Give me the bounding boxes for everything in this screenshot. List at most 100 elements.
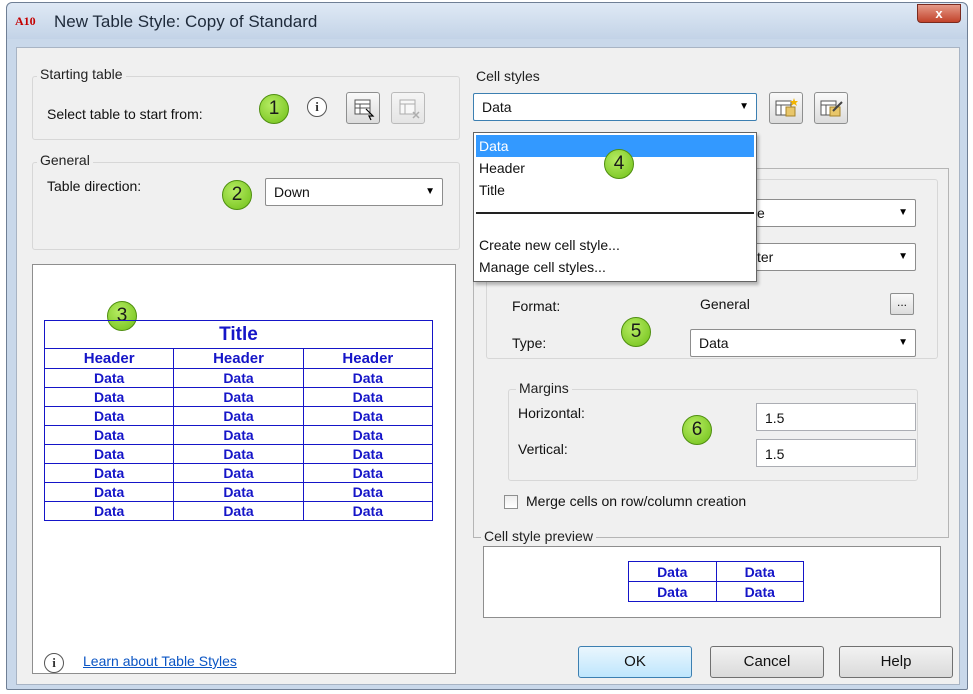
preview-data-cell: Data: [43, 463, 175, 483]
merge-cells-checkbox[interactable]: [504, 495, 518, 509]
preview-data-cell: Data: [173, 425, 304, 445]
callout-2: 2: [222, 180, 252, 210]
preview-data-cell: Data: [173, 482, 304, 502]
preview-data-cell: Data: [43, 387, 175, 407]
dropdown-item-title[interactable]: Title: [476, 179, 754, 201]
preview-data-cell: Data: [173, 406, 304, 426]
cell-style-value: Data: [482, 99, 512, 115]
cell-style-dropdown: Data Header Title 4 Create new cell styl…: [473, 132, 757, 282]
preview-data-cell: Data: [43, 501, 175, 521]
help-button[interactable]: Help: [839, 646, 953, 678]
preview-row: Data Data Data: [43, 387, 434, 407]
dropdown-separator: [476, 212, 754, 214]
cell-styles-label: Cell styles: [473, 68, 543, 84]
table-direction-label: Table direction:: [47, 178, 142, 194]
new-cell-style-icon: [775, 98, 798, 117]
horizontal-label: Horizontal:: [518, 405, 585, 421]
callout-1: 1: [259, 94, 289, 124]
general-label: General: [37, 152, 93, 168]
close-button[interactable]: x: [917, 4, 961, 23]
preview-data-cell: Data: [173, 368, 304, 388]
preview-row: Data Data Data: [43, 425, 434, 445]
preview-row: Data Data Data: [43, 444, 434, 464]
preview-row: Data Data Data: [43, 501, 434, 521]
cell-preview-cell: Data: [715, 581, 804, 602]
app-icon: A10: [15, 14, 36, 28]
dialog-body: Starting table Select table to start fro…: [16, 47, 960, 685]
select-table-icon: [354, 99, 375, 121]
preview-data-cell: Data: [173, 387, 304, 407]
preview-data-cell: Data: [302, 463, 434, 483]
type-value: Data: [699, 335, 729, 351]
preview-data-cell: Data: [302, 501, 434, 521]
manage-cell-styles-button[interactable]: [814, 92, 848, 124]
preview-row: Data Data Data: [43, 406, 434, 426]
preview-header-cell: Header: [43, 348, 175, 369]
info-icon[interactable]: i: [307, 97, 327, 117]
preview-row: Data Data Data: [43, 482, 434, 502]
chevron-down-icon: ▼: [898, 337, 908, 348]
table-direction-select[interactable]: Down ▼: [265, 178, 443, 206]
preview-data-cell: Data: [302, 368, 434, 388]
preview-data-cell: Data: [302, 425, 434, 445]
cell-preview-table: Data Data Data Data: [628, 561, 804, 602]
chevron-down-icon: ▼: [425, 186, 435, 197]
dropdown-create-new-cell-style[interactable]: Create new cell style...: [476, 234, 754, 256]
callout-4: 4: [604, 149, 634, 179]
vertical-margin-input[interactable]: 1.5: [756, 439, 916, 467]
format-button[interactable]: ...: [890, 293, 914, 315]
create-cell-style-button[interactable]: [769, 92, 803, 124]
preview-header-cell: Header: [302, 348, 434, 369]
type-select[interactable]: Data ▼: [690, 329, 916, 357]
preview-data-cell: Data: [43, 425, 175, 445]
chevron-down-icon: ▼: [739, 101, 749, 112]
ok-button[interactable]: OK: [578, 646, 692, 678]
preview-data-cell: Data: [43, 482, 175, 502]
preview-data-cell: Data: [173, 501, 304, 521]
cell-preview-cell: Data: [715, 561, 804, 582]
vertical-label: Vertical:: [518, 441, 568, 457]
preview-data-cell: Data: [302, 444, 434, 464]
cell-preview-label: Cell style preview: [481, 528, 596, 544]
cell-preview-cell: Data: [628, 581, 717, 602]
preview-data-cell: Data: [173, 444, 304, 464]
merge-cells-label: Merge cells on row/column creation: [526, 493, 747, 509]
margins-label: Margins: [516, 380, 572, 396]
callout-6: 6: [682, 415, 712, 445]
preview-data-cell: Data: [173, 463, 304, 483]
preview-row: Data Data Data: [43, 368, 434, 388]
cell-preview-cell: Data: [628, 561, 717, 582]
manage-cell-styles-icon: [820, 100, 843, 117]
preview-table: Title Header Header Header Data Data Data Data…: [43, 320, 434, 521]
preview-row: Data Data Data: [43, 463, 434, 483]
cancel-button[interactable]: Cancel: [710, 646, 824, 678]
preview-data-cell: Data: [43, 406, 175, 426]
preview-data-cell: Data: [302, 387, 434, 407]
chevron-down-icon: ▼: [898, 207, 908, 218]
starting-table-label: Starting table: [37, 66, 126, 82]
preview-header-cell: Header: [173, 348, 304, 369]
select-table-button[interactable]: [346, 92, 380, 124]
dialog-window: A10 New Table Style: Copy of Standard x …: [6, 2, 968, 690]
fill-color-partial: e: [757, 205, 765, 221]
remove-table-button[interactable]: [391, 92, 425, 124]
title-bar: A10 New Table Style: Copy of Standard x: [7, 3, 967, 39]
learn-link[interactable]: Learn about Table Styles: [83, 653, 237, 669]
cell-style-preview: Data Data Data Data: [483, 546, 941, 618]
callout-5: 5: [621, 317, 651, 347]
format-label: Format:: [512, 298, 561, 314]
remove-table-icon: [399, 99, 420, 119]
table-direction-value: Down: [274, 184, 310, 200]
format-value: General: [700, 296, 750, 312]
select-table-label: Select table to start from:: [47, 106, 203, 122]
alignment-partial: ter: [757, 249, 774, 265]
preview-data-cell: Data: [43, 368, 175, 388]
window-title: New Table Style: Copy of Standard: [54, 12, 318, 31]
horizontal-margin-input[interactable]: 1.5: [756, 403, 916, 431]
cell-style-select[interactable]: Data ▼: [473, 93, 757, 121]
preview-data-cell: Data: [43, 444, 175, 464]
preview-title: Title: [44, 320, 433, 349]
preview-data-cell: Data: [302, 406, 434, 426]
dropdown-manage-cell-styles[interactable]: Manage cell styles...: [476, 256, 754, 278]
type-label: Type:: [512, 335, 547, 351]
